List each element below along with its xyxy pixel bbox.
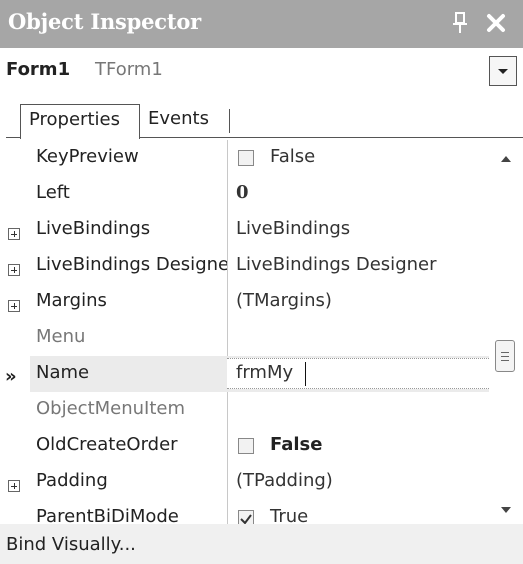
- checkbox-checked[interactable]: [238, 510, 254, 524]
- property-value: False: [270, 434, 323, 455]
- object-type: TForm1: [95, 59, 163, 80]
- scroll-up-arrow-icon[interactable]: [501, 156, 511, 162]
- selected-row-marker: »: [5, 366, 17, 387]
- property-value: True: [270, 506, 309, 524]
- property-name: Padding: [36, 470, 108, 491]
- title-bar: Object Inspector: [0, 0, 523, 48]
- close-icon[interactable]: [484, 11, 508, 35]
- property-row-parentbidimode[interactable]: ParentBiDiMode True: [30, 500, 489, 524]
- column-divider: [227, 320, 228, 356]
- checkbox[interactable]: [238, 438, 254, 454]
- property-row-livebindings-designer[interactable]: LiveBindings Designer LiveBindings Desig…: [30, 248, 489, 284]
- property-value[interactable]: frmMy: [236, 362, 293, 383]
- expand-icon[interactable]: [8, 228, 20, 240]
- chevron-down-icon: [498, 69, 508, 74]
- bind-visually-link[interactable]: Bind Visually...: [6, 534, 136, 555]
- row-gutter: [0, 140, 30, 524]
- property-name: LiveBindings Designer: [36, 254, 227, 275]
- expand-icon[interactable]: [8, 264, 20, 276]
- column-divider: [227, 284, 228, 320]
- property-name: ParentBiDiMode: [36, 506, 179, 524]
- property-value: 0: [236, 182, 249, 203]
- column-divider: [227, 140, 228, 176]
- status-bar: Bind Visually...: [0, 524, 523, 564]
- object-name: Form1: [6, 59, 71, 80]
- column-divider: [227, 212, 228, 248]
- selector-dropdown-button[interactable]: [489, 56, 517, 86]
- property-row-livebindings[interactable]: LiveBindings LiveBindings: [30, 212, 489, 248]
- property-value: LiveBindings Designer: [236, 254, 437, 275]
- text-caret: [305, 362, 306, 386]
- column-divider: [227, 428, 228, 464]
- tab-events[interactable]: Events: [148, 104, 238, 138]
- column-divider: [227, 392, 228, 428]
- property-row-objectmenuitem[interactable]: ObjectMenuItem: [30, 392, 489, 428]
- tab-properties[interactable]: Properties: [20, 104, 140, 139]
- property-row-oldcreateorder[interactable]: OldCreateOrder False: [30, 428, 489, 464]
- window-title: Object Inspector: [8, 9, 202, 34]
- tab-strip: Properties Events: [0, 94, 523, 140]
- property-name: LiveBindings: [36, 218, 151, 239]
- property-name: Menu: [36, 326, 86, 347]
- column-divider: [227, 464, 228, 500]
- checkbox[interactable]: [238, 150, 254, 166]
- column-divider: [227, 500, 228, 524]
- pin-icon[interactable]: [450, 10, 470, 36]
- property-name: Left: [36, 182, 70, 203]
- property-value: (TPadding): [236, 470, 333, 491]
- object-selector[interactable]: Form1 TForm1: [0, 48, 523, 94]
- property-name: ObjectMenuItem: [36, 398, 186, 419]
- property-row-menu[interactable]: Menu: [30, 320, 489, 356]
- scroll-thumb[interactable]: [495, 340, 515, 372]
- property-name: Name: [36, 362, 90, 383]
- property-value: False: [270, 146, 316, 167]
- property-grid: KeyPreview False Left 0 LiveBindings Liv…: [0, 140, 523, 524]
- column-divider: [227, 176, 228, 212]
- property-row-left[interactable]: Left 0: [30, 176, 489, 212]
- property-name: KeyPreview: [36, 146, 139, 167]
- property-row-keypreview[interactable]: KeyPreview False: [30, 140, 489, 176]
- property-name: OldCreateOrder: [36, 434, 178, 455]
- property-row-name[interactable]: Name frmMy: [30, 356, 489, 392]
- property-value: (TMargins): [236, 290, 332, 311]
- property-row-margins[interactable]: Margins (TMargins): [30, 284, 489, 320]
- vertical-scrollbar[interactable]: [489, 140, 523, 524]
- column-divider: [227, 248, 228, 284]
- checkmark-icon: [240, 514, 252, 524]
- scroll-down-arrow-icon[interactable]: [501, 507, 511, 513]
- property-name: Margins: [36, 290, 107, 311]
- property-row-padding[interactable]: Padding (TPadding): [30, 464, 489, 500]
- expand-icon[interactable]: [8, 300, 20, 312]
- expand-icon[interactable]: [8, 480, 20, 492]
- property-value: LiveBindings: [236, 218, 351, 239]
